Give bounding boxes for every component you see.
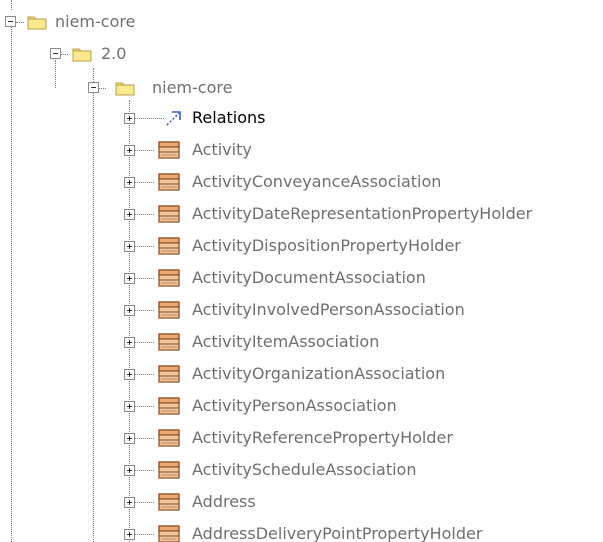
tree-node-label: ActivityPersonAssociation (192, 396, 397, 415)
class-icon (158, 461, 180, 479)
tree-node-label: ActivityDocumentAssociation (192, 268, 426, 287)
class-icon (158, 269, 180, 287)
tree-node-label: ActivityItemAssociation (192, 332, 380, 351)
class-icon (158, 173, 180, 191)
tree-line (134, 278, 154, 279)
tree-node-label: ActivityDateRepresentationPropertyHolder (192, 204, 533, 223)
tree-line (134, 310, 154, 311)
folder-icon (115, 82, 135, 96)
expand-toggle[interactable] (124, 177, 135, 188)
class-icon (158, 525, 180, 542)
expand-toggle[interactable] (124, 113, 135, 124)
class-icon (158, 333, 180, 351)
tree-node-item[interactable]: ActivityInvolvedPersonAssociation (0, 294, 603, 326)
expand-toggle[interactable] (124, 209, 135, 220)
tree-node-item[interactable]: ActivityPersonAssociation (0, 390, 603, 422)
class-icon (158, 493, 180, 511)
tree-node-item[interactable]: ActivityReferencePropertyHolder (0, 422, 603, 454)
tree-node-label: ActivityOrganizationAssociation (192, 364, 446, 383)
tree-node-version[interactable]: 2.0 (0, 38, 200, 70)
tree-node-item[interactable]: AddressDeliveryPointPropertyHolder (0, 518, 603, 542)
tree-node-label: AddressDeliveryPointPropertyHolder (192, 524, 483, 542)
class-icon (158, 429, 180, 447)
tree-node-item[interactable]: ActivityOrganizationAssociation (0, 358, 603, 390)
class-icon (158, 205, 180, 223)
tree-line (134, 214, 154, 215)
tree-node-label: niem-core (55, 12, 136, 31)
tree-node-label: ActivityReferencePropertyHolder (192, 428, 453, 447)
tree-node-item[interactable]: ActivityDateRepresentationPropertyHolder (0, 198, 603, 230)
tree-node-item[interactable]: ActivityDispositionPropertyHolder (0, 230, 603, 262)
tree-line (134, 534, 154, 535)
expand-toggle[interactable] (124, 145, 135, 156)
expand-toggle[interactable] (124, 273, 135, 284)
tree-node-item[interactable]: ActivityScheduleAssociation (0, 454, 603, 486)
tree-line (134, 438, 154, 439)
expand-toggle[interactable] (124, 401, 135, 412)
tree-node-label: niem-core (152, 78, 233, 97)
tree-line (134, 150, 154, 151)
tree-line (134, 374, 154, 375)
expand-toggle[interactable] (124, 337, 135, 348)
tree-line (134, 342, 154, 343)
expand-toggle[interactable] (124, 465, 135, 476)
tree-node-root[interactable]: niem-core (0, 6, 200, 38)
expand-toggle[interactable] (124, 369, 135, 380)
tree-node-item[interactable]: ActivityConveyanceAssociation (0, 166, 603, 198)
tree-node-item[interactable]: ActivityItemAssociation (0, 326, 603, 358)
class-icon (158, 301, 180, 319)
tree-node-label: ActivityConveyanceAssociation (192, 172, 442, 191)
tree-line (134, 118, 164, 119)
tree-node-package[interactable]: niem-core (0, 72, 300, 104)
folder-icon (72, 48, 92, 62)
tree-node-item[interactable]: Relations (0, 102, 603, 134)
expand-toggle[interactable] (124, 241, 135, 252)
containment-tree: niem-core 2.0 niem-core Relations Activit… (0, 0, 603, 542)
class-icon (158, 141, 180, 159)
expand-toggle[interactable] (124, 529, 135, 540)
relations-icon (166, 111, 181, 126)
tree-line (134, 406, 154, 407)
class-icon (158, 365, 180, 383)
tree-node-label: ActivityScheduleAssociation (192, 460, 417, 479)
tree-node-item[interactable]: Activity (0, 134, 603, 166)
class-icon (158, 237, 180, 255)
tree-node-item[interactable]: Address (0, 486, 603, 518)
tree-line (134, 246, 154, 247)
collapse-toggle[interactable] (88, 82, 99, 93)
folder-icon (27, 16, 47, 30)
tree-line (134, 182, 154, 183)
expand-toggle[interactable] (124, 497, 135, 508)
tree-node-label: 2.0 (101, 44, 127, 63)
tree-line (134, 502, 154, 503)
tree-node-label: ActivityInvolvedPersonAssociation (192, 300, 465, 319)
tree-node-label: Relations (192, 108, 266, 127)
tree-node-label: ActivityDispositionPropertyHolder (192, 236, 461, 255)
collapse-toggle[interactable] (5, 16, 16, 27)
expand-toggle[interactable] (124, 305, 135, 316)
tree-line (134, 470, 154, 471)
tree-node-label: Activity (192, 140, 252, 159)
expand-toggle[interactable] (124, 433, 135, 444)
class-icon (158, 397, 180, 415)
tree-node-label: Address (192, 492, 256, 511)
tree-node-item[interactable]: ActivityDocumentAssociation (0, 262, 603, 294)
collapse-toggle[interactable] (50, 48, 61, 59)
